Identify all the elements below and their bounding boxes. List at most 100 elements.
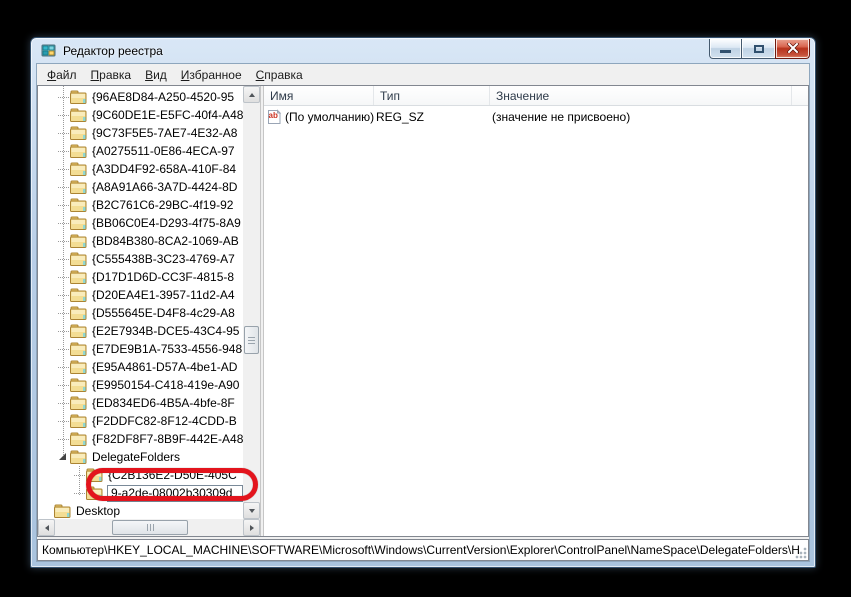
scroll-left-button[interactable]	[38, 519, 55, 536]
tree-item[interactable]: {B2C761C6-29BC-4f19-92	[38, 196, 243, 214]
tree-connector	[58, 142, 70, 160]
status-path: Компьютер\HKEY_LOCAL_MACHINE\SOFTWARE\Mi…	[42, 543, 800, 557]
tree-item[interactable]: {A0275511-0E86-4ECA-97	[38, 142, 243, 160]
tree-item[interactable]: Desktop	[38, 502, 243, 519]
tree-horizontal-scrollbar[interactable]	[38, 519, 260, 536]
tree-item[interactable]: {ED834ED6-4B5A-4bfe-8F	[38, 394, 243, 412]
tree-item[interactable]: {9C73F5E5-7AE7-4E32-A8	[38, 124, 243, 142]
tree-item-label: {ED834ED6-4B5A-4bfe-8F	[90, 395, 237, 411]
registry-tree: {96AE8D84-A250-4520-95 {9C60DE1E-E5FC-40…	[38, 86, 243, 519]
tree-item-label: {E9950154-C418-419e-A90	[90, 377, 241, 393]
folder-icon	[70, 126, 87, 140]
tree-item[interactable]: {E95A4861-D57A-4be1-AD	[38, 358, 243, 376]
tree-connector	[58, 376, 70, 394]
column-header-filler	[792, 86, 808, 105]
folder-icon	[70, 324, 87, 338]
tree-item-label: {9C73F5E5-7AE7-4E32-A8	[90, 125, 239, 141]
tree-item[interactable]: {A3DD4F92-658A-410F-84	[38, 160, 243, 178]
maximize-button[interactable]	[742, 39, 775, 59]
tree-item[interactable]: {BD84B380-8CA2-1069-AB	[38, 232, 243, 250]
tree-item[interactable]: {D555645E-D4F8-4c29-A8	[38, 304, 243, 322]
tree-item[interactable]: {BB06C0E4-D293-4f75-8A9	[38, 214, 243, 232]
folder-icon	[70, 216, 87, 230]
maximize-icon	[754, 45, 764, 53]
folder-icon	[70, 108, 87, 122]
column-header-value[interactable]: Значение	[490, 86, 792, 105]
tree-item-editing[interactable]: 9-a2de-08002b30309d	[38, 484, 243, 502]
scroll-right-button[interactable]	[243, 519, 260, 536]
tree-connector	[58, 106, 70, 124]
tree-connector	[58, 394, 70, 412]
folder-icon	[70, 234, 87, 248]
folder-icon	[70, 288, 87, 302]
screenshot-stage: Редактор реестра	[0, 0, 851, 597]
arrow-left-icon	[45, 525, 49, 531]
tree-connector	[58, 268, 70, 286]
folder-icon	[70, 450, 87, 464]
scroll-down-button[interactable]	[243, 502, 260, 519]
tree-item[interactable]: {F82DF8F7-8B9F-442E-A48	[38, 430, 243, 448]
minimize-icon	[720, 50, 731, 53]
folder-icon	[70, 180, 87, 194]
tree-item[interactable]: {D20EA4E1-3957-11d2-A4	[38, 286, 243, 304]
tree-connector	[58, 178, 70, 196]
reg-sz-icon: ab	[266, 109, 282, 125]
statusbar: Компьютер\HKEY_LOCAL_MACHINE\SOFTWARE\Mi…	[37, 539, 809, 561]
tree-connector	[58, 124, 70, 142]
tree-item[interactable]: {E2E7934B-DCE5-43C4-95	[38, 322, 243, 340]
folder-icon	[70, 378, 87, 392]
column-header-type[interactable]: Тип	[374, 86, 490, 105]
tree-item-label: {96AE8D84-A250-4520-95	[90, 89, 236, 105]
folder-icon	[70, 414, 87, 428]
tree-item-delegatefolders[interactable]: DelegateFolders	[38, 448, 243, 466]
tree-item[interactable]: {C555438B-3C23-4769-A7	[38, 250, 243, 268]
tree-item-label: {D555645E-D4F8-4c29-A8	[90, 305, 237, 321]
tree-item-label: {C555438B-3C23-4769-A7	[90, 251, 237, 267]
menu-item-view[interactable]: Вид	[138, 65, 174, 85]
tree-connector	[42, 502, 54, 519]
tree-connector	[58, 196, 70, 214]
tree-vertical-scrollbar[interactable]	[243, 86, 260, 519]
folder-icon	[86, 468, 103, 482]
tree-item[interactable]: {C2B136E2-D50E-405C	[38, 466, 243, 484]
registry-tree-panel: {96AE8D84-A250-4520-95 {9C60DE1E-E5FC-40…	[38, 86, 260, 536]
tree-connector	[58, 412, 70, 430]
close-button[interactable]	[775, 39, 810, 59]
horizontal-scroll-track[interactable]	[55, 519, 243, 536]
resize-grip[interactable]	[794, 546, 807, 559]
vertical-scroll-thumb[interactable]	[244, 326, 259, 354]
close-icon	[787, 42, 799, 56]
folder-icon	[86, 486, 103, 500]
value-type: REG_SZ	[374, 110, 490, 124]
folder-icon	[70, 306, 87, 320]
rename-input[interactable]: 9-a2de-08002b30309d	[107, 485, 243, 502]
folder-icon	[70, 252, 87, 266]
tree-item[interactable]: {E9950154-C418-419e-A90	[38, 376, 243, 394]
tree-item-label: {A0275511-0E86-4ECA-97	[90, 143, 237, 159]
menu-item-edit[interactable]: Правка	[84, 65, 139, 85]
tree-item[interactable]: {A8A91A66-3A7D-4424-8D	[38, 178, 243, 196]
scroll-up-button[interactable]	[243, 86, 260, 103]
tree-item[interactable]: {D17D1D6D-CC3F-4815-8	[38, 268, 243, 286]
tree-item[interactable]: {F2DDFC82-8F12-4CDD-B	[38, 412, 243, 430]
window-controls	[709, 39, 810, 59]
tree-item[interactable]: {9C60DE1E-E5FC-40f4-A48	[38, 106, 243, 124]
minimize-button[interactable]	[709, 39, 742, 59]
registry-editor-icon	[41, 43, 57, 59]
menu-item-help[interactable]: Справка	[249, 65, 310, 85]
horizontal-scroll-thumb[interactable]	[112, 520, 188, 535]
tree-item-label: {D17D1D6D-CC3F-4815-8	[90, 269, 236, 285]
column-header-name[interactable]: Имя	[264, 86, 374, 105]
menu-item-file[interactable]: Файл	[40, 65, 84, 85]
tree-item[interactable]: {E7DE9B1A-7533-4556-948	[38, 340, 243, 358]
menu-item-favorites[interactable]: Избранное	[174, 65, 249, 85]
tree-item-label: {A8A91A66-3A7D-4424-8D	[90, 179, 239, 195]
tree-connector	[58, 322, 70, 340]
tree-item-label: Desktop	[74, 503, 122, 519]
folder-icon	[70, 270, 87, 284]
value-row-default[interactable]: ab (По умолчанию) REG_SZ (значение не пр…	[264, 108, 808, 126]
titlebar[interactable]: Редактор реестра	[31, 38, 815, 63]
tree-connector	[58, 160, 70, 178]
tree-connector	[74, 484, 86, 502]
tree-item[interactable]: {96AE8D84-A250-4520-95	[38, 88, 243, 106]
